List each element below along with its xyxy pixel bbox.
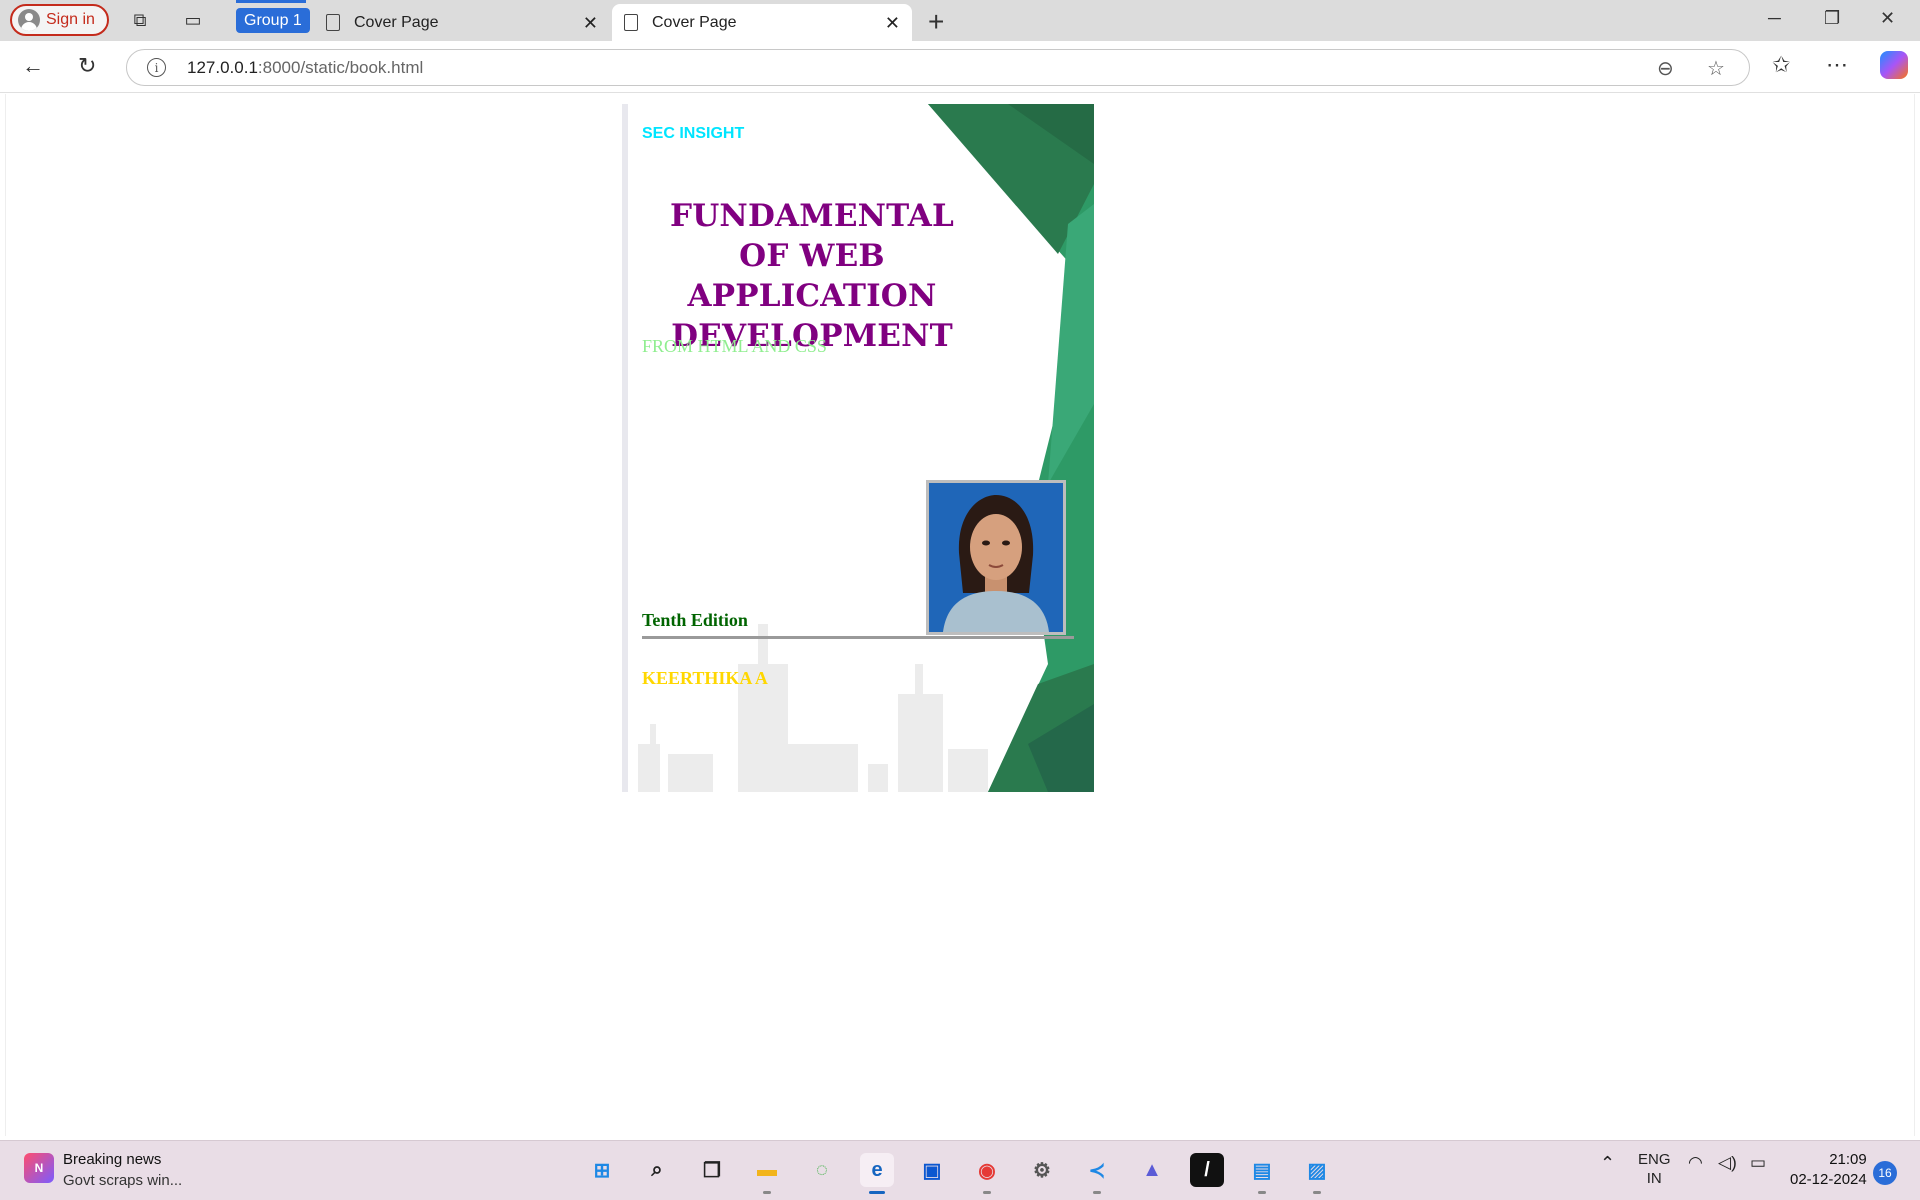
book-cover: SEC INSIGHT FUNDAMENTAL OF WEB APPLICATI… <box>622 104 1094 792</box>
more-icon[interactable]: ⋯ <box>1826 52 1848 78</box>
tab-title: Cover Page <box>354 13 439 31</box>
url-text[interactable]: 127.0.0.1:8000/static/book.html <box>187 58 423 78</box>
tab-group-indicator <box>236 0 306 3</box>
notepad-icon[interactable]: ▤ <box>1245 1153 1279 1194</box>
task-view-icon[interactable]: ❐ <box>695 1153 729 1187</box>
star-icon[interactable]: ☆ <box>1707 56 1725 81</box>
battery-icon[interactable]: ▭ <box>1750 1153 1766 1173</box>
copilot-icon[interactable] <box>1880 51 1908 79</box>
title-bar: Sign in ⧉ ▭ Group 1 Cover Page ✕ Cover P… <box>0 0 1920 41</box>
minimize-icon[interactable]: ─ <box>1768 8 1781 29</box>
url-host: 127.0.0.1 <box>187 58 258 77</box>
brand-label: SEC INSIGHT <box>642 125 745 142</box>
refresh-icon[interactable]: ↻ <box>78 53 96 79</box>
start-icon[interactable]: ⊞ <box>585 1153 619 1187</box>
search-icon[interactable]: ⌕ <box>640 1153 674 1187</box>
time: 21:09 <box>1829 1151 1867 1168</box>
favorites-icon[interactable]: ✩ <box>1772 52 1790 78</box>
region-label: IN <box>1646 1170 1662 1187</box>
vscode-icon[interactable]: ≺ <box>1080 1153 1114 1194</box>
workspaces-icon[interactable]: ⧉ <box>128 8 152 32</box>
back-icon[interactable]: ← <box>22 53 44 79</box>
tab-actions-icon[interactable]: ▭ <box>181 8 205 32</box>
chrome-icon[interactable]: ◉ <box>970 1153 1004 1194</box>
close-tab-icon[interactable]: ✕ <box>885 13 900 34</box>
language-indicator[interactable]: ENG IN <box>1638 1150 1671 1188</box>
tab-group-chip[interactable]: Group 1 <box>236 8 310 33</box>
sign-in-label: Sign in <box>46 11 95 28</box>
news-icon[interactable]: N <box>24 1153 54 1183</box>
news-title[interactable]: Breaking news <box>63 1151 161 1168</box>
app-a-icon[interactable]: ▲ <box>1135 1153 1169 1187</box>
photos-icon[interactable]: ▨ <box>1300 1153 1334 1194</box>
app-green-icon[interactable]: ◌ <box>805 1153 839 1187</box>
tab-title: Cover Page <box>652 13 737 31</box>
news-subtitle[interactable]: Govt scraps win... <box>63 1172 182 1189</box>
info-icon[interactable]: i <box>147 58 166 77</box>
edge-icon[interactable]: e <box>860 1153 894 1194</box>
store-icon[interactable]: ▣ <box>915 1153 949 1187</box>
chevron-up-icon[interactable]: ⌃ <box>1600 1153 1615 1174</box>
app-terminal-icon[interactable]: / <box>1190 1153 1224 1187</box>
wifi-icon[interactable]: ◠ <box>1688 1153 1703 1173</box>
page-icon <box>326 14 340 31</box>
new-tab-icon[interactable]: + <box>928 6 944 38</box>
portrait-illustration <box>929 483 1063 632</box>
sign-in-button[interactable]: Sign in <box>10 4 109 36</box>
book-subtitle: FROM HTML AND CSS <box>642 336 827 356</box>
close-window-icon[interactable]: ✕ <box>1880 8 1895 29</box>
edition-label: Tenth Edition <box>642 610 748 630</box>
browser-toolbar: ← ↻ i 127.0.0.1:8000/static/book.html ⊖ … <box>0 41 1920 93</box>
profile-icon <box>18 9 40 31</box>
book-title: FUNDAMENTAL OF WEB APPLICATION DEVELOPME… <box>669 198 954 354</box>
language-label: ENG <box>1638 1151 1671 1168</box>
author-photo <box>926 480 1066 635</box>
file-explorer-icon[interactable]: ▬ <box>750 1153 784 1194</box>
tab-cover-page-1[interactable]: Cover Page ✕ <box>314 4 610 41</box>
notification-badge[interactable]: 16 <box>1873 1161 1897 1185</box>
divider <box>642 636 1074 639</box>
date: 02-12-2024 <box>1790 1171 1867 1188</box>
restore-icon[interactable]: ❐ <box>1824 8 1840 29</box>
tab-cover-page-2[interactable]: Cover Page ✕ <box>612 4 912 41</box>
taskbar: N Breaking news Govt scraps win... ⊞ ⌕ ❐… <box>0 1140 1920 1200</box>
page-icon <box>624 14 638 31</box>
clock[interactable]: 21:09 02-12-2024 <box>1790 1150 1867 1190</box>
publisher-label: SEC <box>1000 666 1031 683</box>
author-name: KEERTHIKA A <box>642 668 768 688</box>
address-bar[interactable]: i 127.0.0.1:8000/static/book.html ⊖ ☆ <box>126 49 1750 86</box>
close-tab-icon[interactable]: ✕ <box>583 13 598 34</box>
settings-icon[interactable]: ⚙ <box>1025 1153 1059 1187</box>
volume-icon[interactable]: ◁) <box>1718 1153 1737 1173</box>
zoom-out-icon[interactable]: ⊖ <box>1657 56 1674 81</box>
url-path: :8000/static/book.html <box>257 58 424 77</box>
